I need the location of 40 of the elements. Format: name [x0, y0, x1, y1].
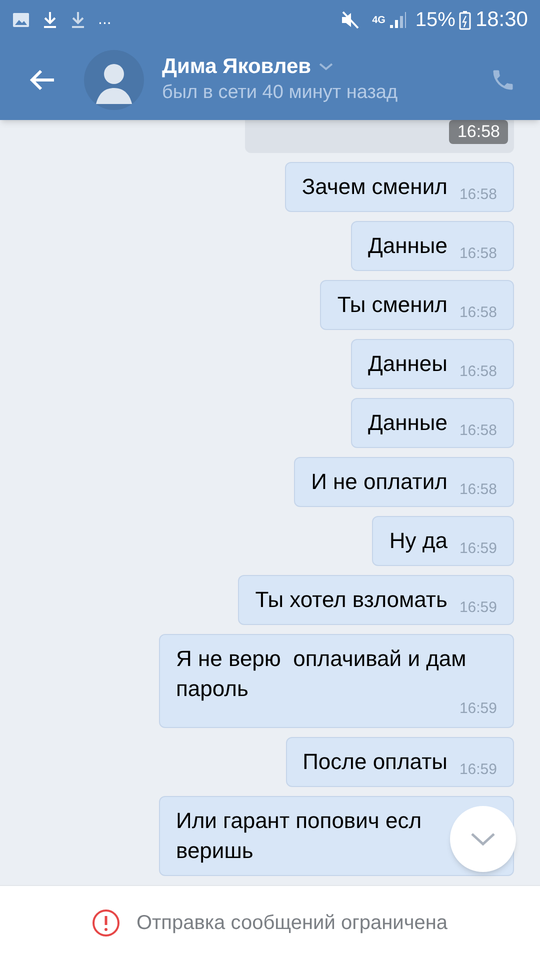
message-time: 16:58 — [459, 186, 497, 204]
message-text: После оплаты — [302, 748, 448, 776]
message-time: 16:59 — [459, 540, 497, 558]
network-type: 4G — [372, 14, 386, 28]
download-icon — [42, 11, 58, 29]
message-time: 16:58 — [459, 245, 497, 263]
message-text: Ты хотел взломать — [255, 586, 448, 614]
clock: 18:30 — [475, 7, 528, 34]
message-text: Или гарант попович есл веришь — [176, 807, 422, 865]
message-text: Даннеы — [368, 350, 448, 378]
message-time: 16:58 — [459, 422, 497, 440]
chevron-down-icon — [319, 63, 334, 71]
mute-icon — [340, 11, 360, 29]
message-text: Я не верю оплачивай и дам пароль — [176, 645, 466, 702]
message-time: 16:58 — [459, 363, 497, 381]
signal-icon — [389, 11, 408, 29]
download-icon — [70, 11, 86, 29]
message-text: Зачем сменил — [302, 173, 448, 201]
image-icon — [12, 12, 30, 28]
message-time: 16:59 — [459, 599, 497, 617]
contact-name[interactable]: Дима Яковлев — [162, 54, 312, 80]
avatar[interactable] — [84, 50, 144, 110]
battery-percent: 15% — [415, 8, 456, 33]
message-time: 16:59 — [459, 761, 497, 779]
message-text: И не оплатил — [311, 468, 448, 496]
message-text: Данные — [368, 409, 448, 437]
warning-icon — [92, 909, 120, 937]
battery-icon — [459, 10, 472, 30]
message-text: Данные — [368, 232, 448, 260]
message-time: 16:58 — [449, 120, 508, 144]
chevron-down-icon — [470, 832, 496, 846]
message-text: Ты сменил — [337, 291, 448, 319]
notice-text: Отправка сообщений ограничена — [136, 911, 448, 936]
message-time: 16:58 — [459, 481, 497, 499]
message-time: 16:58 — [459, 304, 497, 322]
message-text: Ну да — [389, 527, 448, 555]
more-notifications: ... — [98, 10, 112, 30]
back-arrow-icon — [29, 69, 55, 91]
message-time: 16:59 — [459, 700, 497, 718]
last-seen: был в сети 40 минут назад — [162, 81, 399, 105]
